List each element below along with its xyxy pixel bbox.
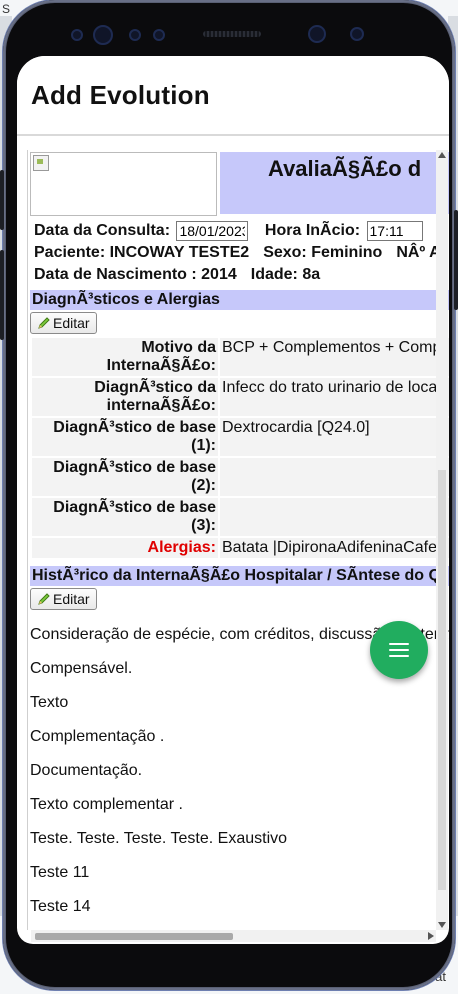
- historico-paragraph: Teste. Teste. Teste. Teste. Exaustivo: [30, 830, 288, 847]
- diagnostico-label: DiagnÃ³stico da internaÃ§Ã£o:: [32, 378, 218, 416]
- edit-label: Editar: [53, 591, 90, 607]
- front-camera-icon: [308, 25, 326, 43]
- vertical-scrollbar[interactable]: [436, 150, 448, 930]
- scroll-up-icon[interactable]: [438, 152, 446, 158]
- diagnostico-value: Dextrocardia [Q24.0]: [220, 418, 449, 456]
- sexo-text: Sexo: Feminino: [263, 244, 383, 261]
- consulta-row: Data da Consulta: Hora InÃcio:: [30, 220, 449, 242]
- historico-paragraph: Texto complementar .: [30, 796, 183, 813]
- nascimento-row: Data de Nascimento : 2014 Idade: 8a: [30, 264, 449, 286]
- horizontal-scrollbar[interactable]: [31, 930, 436, 942]
- diagnostico-row: Alergias: Batata |DipironaAdifeninaCafe: [32, 538, 449, 558]
- nascimento-text: Data de Nascimento : 2014: [34, 266, 237, 283]
- menu-icon: [389, 639, 409, 661]
- logo-image: [30, 152, 217, 216]
- diagnostico-label: DiagnÃ³stico de base (2):: [32, 458, 218, 496]
- section-header-diagnosticos: DiagnÃ³sticos e Alergias: [30, 290, 449, 310]
- scrollbar-thumb[interactable]: [35, 933, 233, 940]
- edit-diagnosticos-button[interactable]: Editar: [30, 312, 97, 334]
- section-header-historico: HistÃ³rico da InternaÃ§Ã£o Hospitalar / …: [30, 566, 449, 586]
- sensor-icon: [71, 29, 83, 41]
- broken-image-icon: [33, 155, 49, 171]
- diagnostico-row: DiagnÃ³stico da internaÃ§Ã£o: Infecc do t…: [32, 378, 449, 416]
- hora-label: Hora InÃcio:: [264, 222, 361, 239]
- hora-input[interactable]: [366, 220, 423, 241]
- pencil-icon: [38, 593, 50, 605]
- diagnostico-value: Batata |DipironaAdifeninaCafe: [220, 538, 449, 558]
- historico-paragraph: Documentação.: [30, 762, 143, 779]
- diagnostico-row: DiagnÃ³stico de base (2):: [32, 458, 449, 496]
- diagnostico-value: BCP + Complementos + Comp: [220, 338, 449, 376]
- power-button: [454, 210, 458, 310]
- scroll-right-icon[interactable]: [428, 932, 434, 940]
- report-content: AvaliaÃ§Ã£o d Data da Consulta: Hora InÃ…: [28, 152, 449, 930]
- paciente-text: Paciente: INCOWAY TESTE2: [34, 244, 250, 261]
- camera-icon: [93, 25, 113, 45]
- phone-frame: Add Evolution AvaliaÃ§Ã£o d Data da Cons…: [0, 0, 458, 990]
- historico-paragraph: Complementação .: [30, 728, 165, 745]
- diagnostico-row: Motivo da InternaÃ§Ã£o: BCP + Complemento…: [32, 338, 449, 376]
- volume-button: [0, 170, 4, 230]
- sensor-icon: [129, 29, 141, 41]
- background-corner-text: S: [2, 2, 11, 16]
- sensor-icon: [153, 29, 165, 41]
- historico-paragraph: Teste 11: [30, 864, 90, 881]
- report-viewport[interactable]: AvaliaÃ§Ã£o d Data da Consulta: Hora InÃ…: [27, 150, 449, 930]
- page-title: Add Evolution: [31, 79, 210, 110]
- diagnostico-row: DiagnÃ³stico de base (1): Dextrocardia [Q…: [32, 418, 449, 456]
- diagnostico-label: DiagnÃ³stico de base (1):: [32, 418, 218, 456]
- pencil-icon: [38, 317, 50, 329]
- diagnosticos-table: Motivo da InternaÃ§Ã£o: BCP + Complemento…: [30, 336, 449, 560]
- diagnostico-value: [220, 498, 449, 536]
- historico-paragraph: Texto: [30, 694, 69, 711]
- volume-button: [0, 250, 4, 340]
- edit-label: Editar: [53, 315, 90, 331]
- phone-screen: Add Evolution AvaliaÃ§Ã£o d Data da Cons…: [17, 56, 449, 944]
- consulta-label: Data da Consulta:: [34, 222, 171, 239]
- edit-historico-button[interactable]: Editar: [30, 588, 97, 610]
- diagnostico-value: Infecc do trato urinario de loca: [220, 378, 449, 416]
- scrollbar-thumb[interactable]: [438, 470, 446, 890]
- speaker-grille: [203, 31, 261, 37]
- app-bar: Add Evolution: [17, 56, 449, 136]
- paciente-row: Paciente: INCOWAY TESTE2 Sexo: Feminino NÂ…: [30, 242, 449, 264]
- menu-fab-button[interactable]: [370, 621, 428, 679]
- diagnostico-label: DiagnÃ³stico de base (3):: [32, 498, 218, 536]
- report-header: AvaliaÃ§Ã£o d: [30, 152, 449, 216]
- scroll-down-icon[interactable]: [438, 922, 446, 928]
- diagnostico-row: DiagnÃ³stico de base (3):: [32, 498, 449, 536]
- report-title: AvaliaÃ§Ã£o d: [220, 152, 449, 214]
- diagnostico-label: Motivo da InternaÃ§Ã£o:: [32, 338, 218, 376]
- historico-paragraph: Teste 14: [30, 898, 91, 915]
- sensor-icon: [350, 27, 364, 41]
- diagnostico-label: Alergias:: [32, 538, 218, 558]
- idade-text: Idade: 8a: [250, 266, 321, 283]
- diagnostico-value: [220, 458, 449, 496]
- consulta-date-input[interactable]: [176, 220, 249, 241]
- extra-text: NÂº A: [396, 244, 441, 261]
